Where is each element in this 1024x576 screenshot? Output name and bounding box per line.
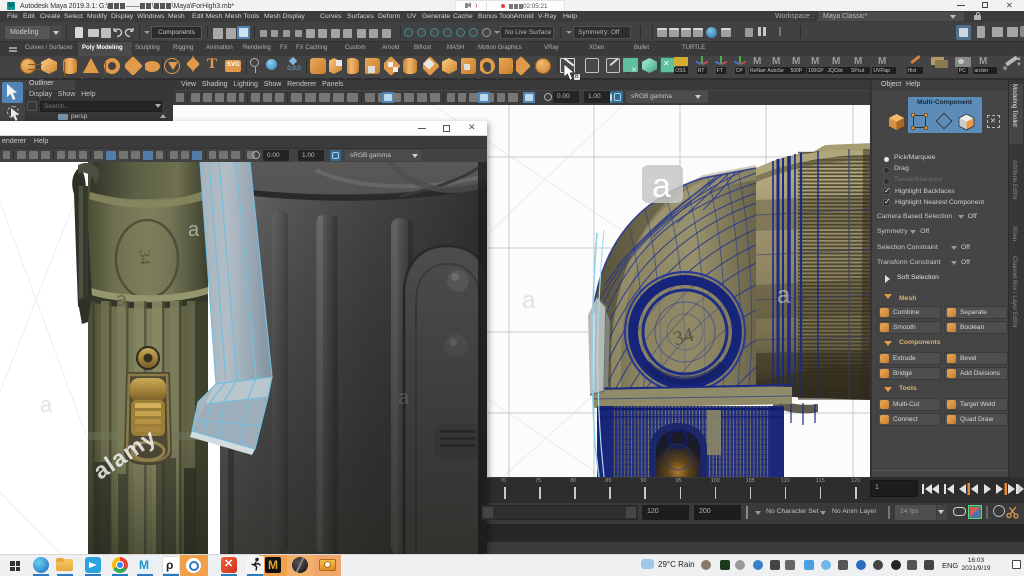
svg-text:34: 34 (136, 250, 153, 266)
svg-text:a: a (652, 167, 671, 205)
svg-text:a: a (188, 219, 200, 241)
svg-text:a: a (777, 282, 791, 309)
svg-text:a: a (116, 289, 128, 311)
svg-text:a: a (398, 387, 410, 409)
svg-text:a: a (40, 392, 53, 417)
svg-text:a: a (522, 287, 536, 314)
